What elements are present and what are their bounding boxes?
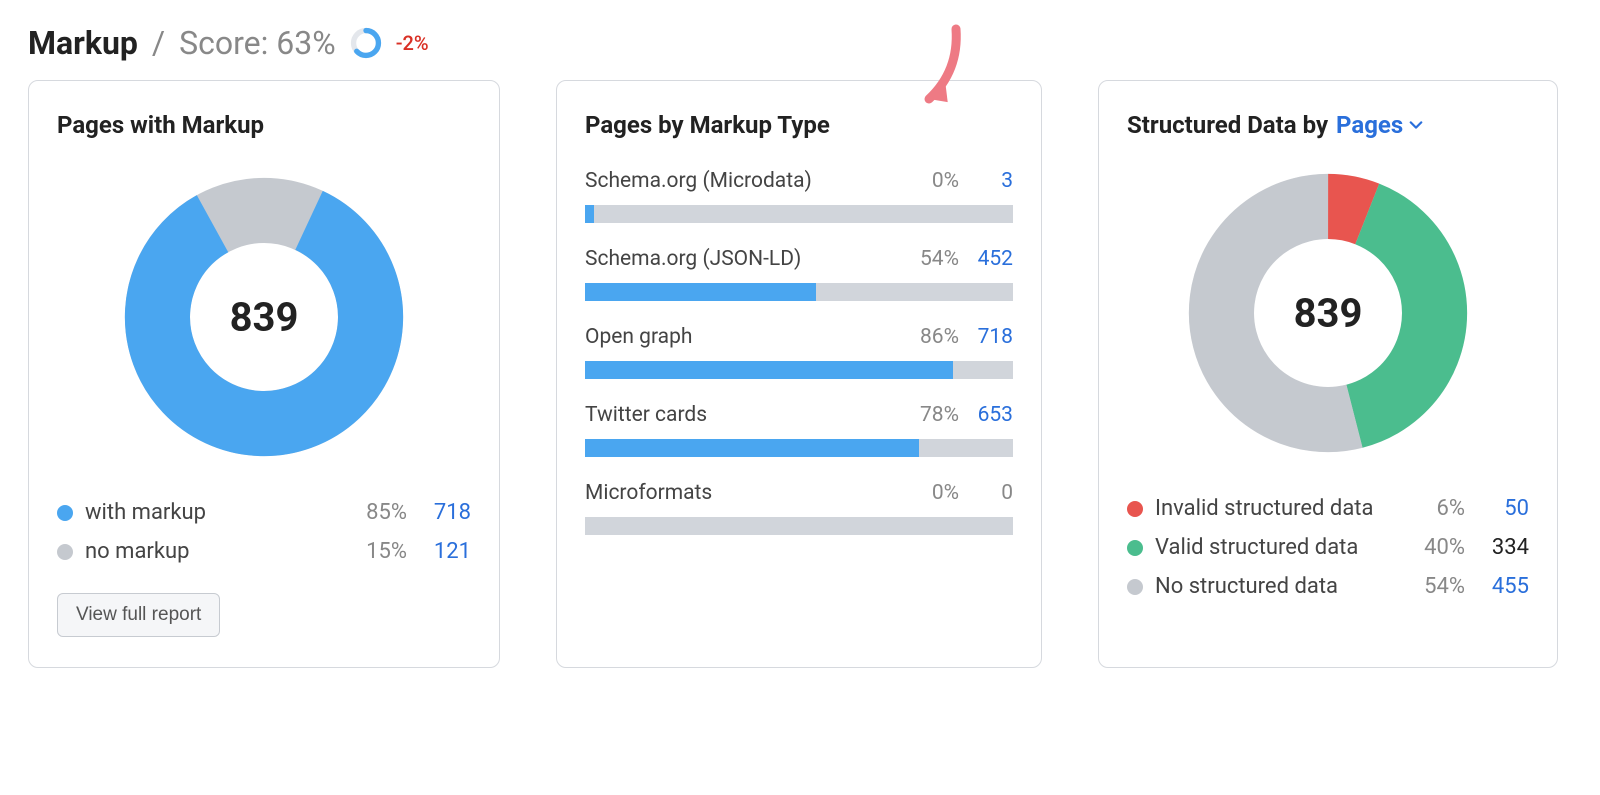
donut-center-value: 839	[230, 294, 299, 341]
score-delta: -2%	[396, 31, 429, 55]
view-full-report-button[interactable]: View full report	[57, 593, 220, 637]
bar-track	[585, 205, 1013, 223]
bar-track	[585, 517, 1013, 535]
bar-percent: 78%	[920, 403, 959, 427]
bar-label: Twitter cards	[585, 403, 920, 427]
card-pages-with-markup: Pages with Markup 839 with markup85%718n…	[28, 80, 500, 668]
bar-count[interactable]: 718	[973, 325, 1013, 349]
bar-fill	[585, 361, 953, 379]
legend-row: no markup15%121	[57, 532, 471, 571]
legend-label: with markup	[85, 500, 339, 525]
legend-percent: 40%	[1397, 535, 1465, 560]
bar-count[interactable]: 653	[973, 403, 1013, 427]
legend-percent: 6%	[1397, 496, 1465, 521]
bar-track	[585, 361, 1013, 379]
separator: /	[152, 24, 165, 62]
card-title: Pages by Markup Type	[585, 111, 1013, 139]
card-pages-by-markup-type: Pages by Markup Type Schema.org (Microda…	[556, 80, 1042, 668]
donut-chart-right: 839	[1180, 165, 1476, 461]
bar-item: Schema.org (Microdata)0% 3	[585, 169, 1013, 223]
legend-swatch	[1127, 501, 1143, 517]
card-structured-data: Structured Data by Pages 839 Invalid str…	[1098, 80, 1558, 668]
score-ring-icon	[350, 27, 382, 59]
card-title: Structured Data by Pages	[1127, 111, 1529, 139]
legend-swatch	[1127, 579, 1143, 595]
bar-count[interactable]: 3	[973, 169, 1013, 193]
bar-fill	[585, 439, 919, 457]
legend-label: Valid structured data	[1155, 535, 1397, 560]
page-header: Markup / Score: 63% -2%	[28, 24, 1572, 62]
bar-fill	[585, 283, 816, 301]
bar-percent: 86%	[920, 325, 959, 349]
legend-swatch	[57, 505, 73, 521]
bar-percent: 0%	[932, 481, 959, 505]
bar-percent: 0%	[932, 169, 959, 193]
legend-count[interactable]: 455	[1465, 574, 1529, 599]
dropdown-pages[interactable]: Pages	[1336, 111, 1423, 139]
legend-percent: 15%	[339, 539, 407, 564]
bar-percent: 54%	[920, 247, 959, 271]
legend-label: no markup	[85, 539, 339, 564]
bar-count: 0	[973, 481, 1013, 505]
legend-percent: 85%	[339, 500, 407, 525]
legend-percent: 54%	[1397, 574, 1465, 599]
donut-center-value: 839	[1294, 290, 1363, 337]
donut-chart-left: 839	[116, 169, 412, 465]
bar-fill	[585, 205, 594, 223]
score-label: Score: 63%	[179, 24, 336, 62]
bar-item: Microformats0% 0	[585, 481, 1013, 535]
bar-label: Open graph	[585, 325, 920, 349]
legend-label: No structured data	[1155, 574, 1397, 599]
page-title: Markup	[28, 24, 138, 62]
bar-item: Twitter cards78% 653	[585, 403, 1013, 457]
legend-row: Invalid structured data6%50	[1127, 489, 1529, 528]
bar-track	[585, 439, 1013, 457]
bar-track	[585, 283, 1013, 301]
bar-count[interactable]: 452	[973, 247, 1013, 271]
legend-row: with markup85%718	[57, 493, 471, 532]
card-title: Pages with Markup	[57, 111, 471, 139]
cards-row: Pages with Markup 839 with markup85%718n…	[28, 80, 1572, 668]
bar-label: Schema.org (Microdata)	[585, 169, 932, 193]
legend-count[interactable]: 718	[407, 500, 471, 525]
legend-count: 334	[1465, 535, 1529, 560]
legend-count[interactable]: 50	[1465, 496, 1529, 521]
legend-swatch	[57, 544, 73, 560]
bar-item: Open graph86% 718	[585, 325, 1013, 379]
bar-label: Microformats	[585, 481, 932, 505]
chevron-down-icon	[1409, 118, 1423, 132]
bar-label: Schema.org (JSON-LD)	[585, 247, 920, 271]
bar-item: Schema.org (JSON-LD)54% 452	[585, 247, 1013, 301]
legend-count[interactable]: 121	[407, 539, 471, 564]
legend-label: Invalid structured data	[1155, 496, 1397, 521]
legend-swatch	[1127, 540, 1143, 556]
legend-row: No structured data54%455	[1127, 567, 1529, 606]
legend-row: Valid structured data40%334	[1127, 528, 1529, 567]
